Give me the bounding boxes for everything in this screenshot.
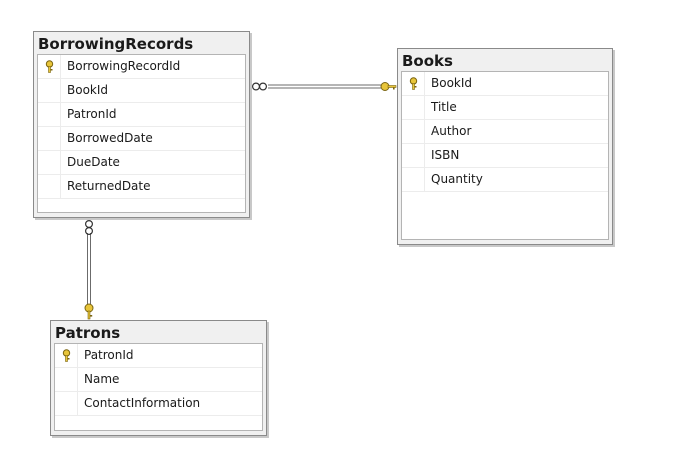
key-cell	[38, 55, 61, 78]
column-row[interactable]: Author	[402, 120, 608, 144]
key-cell	[55, 344, 78, 367]
column-row[interactable]: Title	[402, 96, 608, 120]
column-name: BorrowingRecordId	[67, 59, 181, 73]
column-name: BookId	[431, 76, 473, 90]
key-cell	[402, 120, 425, 143]
key-cell	[38, 151, 61, 174]
table-title: Books	[402, 52, 453, 70]
column-name: Quantity	[431, 172, 483, 186]
key-cell	[402, 96, 425, 119]
one-end-key-icon	[380, 82, 397, 91]
table-patrons[interactable]: Patrons PatronId Name ContactInformation	[50, 320, 267, 436]
column-name: PatronId	[67, 107, 117, 121]
column-row[interactable]: BorrowedDate	[38, 127, 245, 151]
column-row[interactable]: BookId	[402, 72, 608, 96]
column-row[interactable]: Quantity	[402, 168, 608, 192]
column-name: Name	[84, 372, 120, 386]
key-cell	[55, 392, 78, 415]
relationship-borrowing-books[interactable]	[252, 82, 397, 91]
column-row[interactable]: PatronId	[38, 103, 245, 127]
primary-key-icon	[409, 77, 418, 90]
key-cell	[402, 72, 425, 95]
primary-key-icon	[62, 349, 71, 362]
column-row[interactable]: ISBN	[402, 144, 608, 168]
key-cell	[38, 127, 61, 150]
column-row[interactable]: ReturnedDate	[38, 175, 245, 199]
column-row[interactable]: BookId	[38, 79, 245, 103]
column-name: ReturnedDate	[67, 179, 151, 193]
many-end-infinity-icon	[84, 220, 93, 236]
key-cell	[38, 103, 61, 126]
column-name: ContactInformation	[84, 396, 201, 410]
key-cell	[38, 175, 61, 198]
key-cell	[38, 79, 61, 102]
column-name: BorrowedDate	[67, 131, 153, 145]
column-name: ISBN	[431, 148, 460, 162]
column-row[interactable]: ContactInformation	[55, 392, 262, 416]
key-cell	[55, 368, 78, 391]
column-name: PatronId	[84, 348, 134, 362]
primary-key-icon	[45, 60, 54, 73]
key-cell	[402, 144, 425, 167]
column-row[interactable]: Name	[55, 368, 262, 392]
table-title: Patrons	[55, 324, 121, 342]
column-row[interactable]: PatronId	[55, 344, 262, 368]
column-name: BookId	[67, 83, 109, 97]
column-list: PatronId Name ContactInformation	[54, 343, 263, 431]
column-row[interactable]: BorrowingRecordId	[38, 55, 245, 79]
key-cell	[402, 168, 425, 191]
table-title: BorrowingRecords	[38, 35, 194, 53]
table-books[interactable]: Books BookId Title Author ISBN Quantity	[397, 48, 613, 245]
column-name: Title	[431, 100, 457, 114]
column-name: DueDate	[67, 155, 120, 169]
relationship-borrowing-patrons[interactable]	[84, 220, 94, 320]
table-borrowing-records[interactable]: BorrowingRecords BorrowingRecordId BookI…	[33, 31, 250, 218]
column-list: BorrowingRecordId BookId PatronId Borrow…	[37, 54, 246, 213]
many-end-infinity-icon	[252, 82, 268, 91]
column-list: BookId Title Author ISBN Quantity	[401, 71, 609, 240]
column-name: Author	[431, 124, 472, 138]
column-row[interactable]: DueDate	[38, 151, 245, 175]
one-end-key-icon	[84, 303, 94, 320]
